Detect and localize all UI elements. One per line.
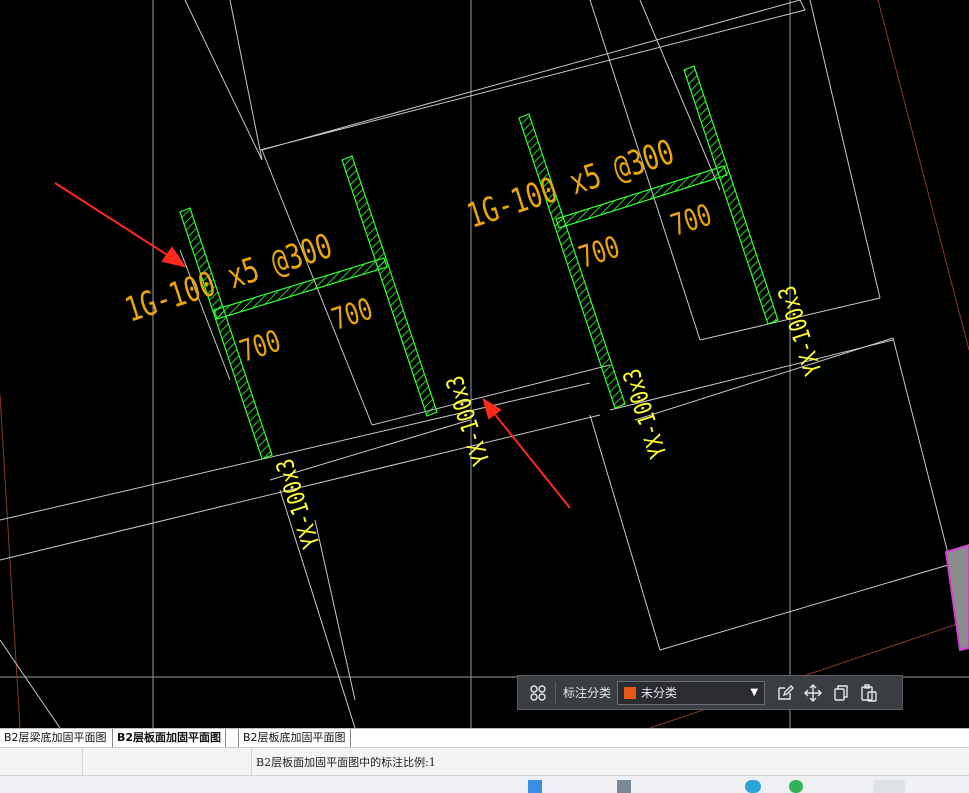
active-app-icon[interactable] [873,780,905,793]
browser-icon[interactable] [745,780,761,793]
annotation-category-label: 标注分类 [563,686,612,700]
dropdown-selected-value: 未分类 [641,686,678,700]
annotation-toolbar: 标注分类 未分类 ▼ [517,675,903,710]
layout-tab-bar: B2层梁底加固平面图 B2层板面加固平面图 B2层板底加固平面图 [0,728,969,748]
toolbar-separator [555,681,556,704]
tab-slab-bottom[interactable]: B2层板底加固平面图 [238,729,351,747]
move-icon[interactable] [799,679,827,707]
taskbar [0,775,969,793]
grid-icon[interactable] [524,679,552,707]
status-cell [0,748,83,775]
windows-icon[interactable] [528,780,542,793]
category-color-swatch [624,686,637,699]
app-icon[interactable] [617,780,631,793]
status-bar: B2层板面加固平面图中的标注比例:1 [0,747,969,775]
paste-icon[interactable] [855,679,883,707]
edit-icon[interactable] [771,679,799,707]
status-message: B2层板面加固平面图中的标注比例:1 [256,756,436,769]
copy-icon[interactable] [827,679,855,707]
tab-beam-bottom[interactable]: B2层梁底加固平面图 [0,729,111,747]
tab-slab-top[interactable]: B2层板面加固平面图 [112,729,227,747]
chat-icon[interactable] [789,780,803,793]
caret-down-icon: ▼ [750,687,759,698]
cad-drawing-canvas[interactable]: 1G-100 x5 @300 1G-100 x5 @300 700 700 70… [0,0,969,728]
status-cell [83,748,252,775]
annotation-category-dropdown[interactable]: 未分类 ▼ [617,680,766,705]
